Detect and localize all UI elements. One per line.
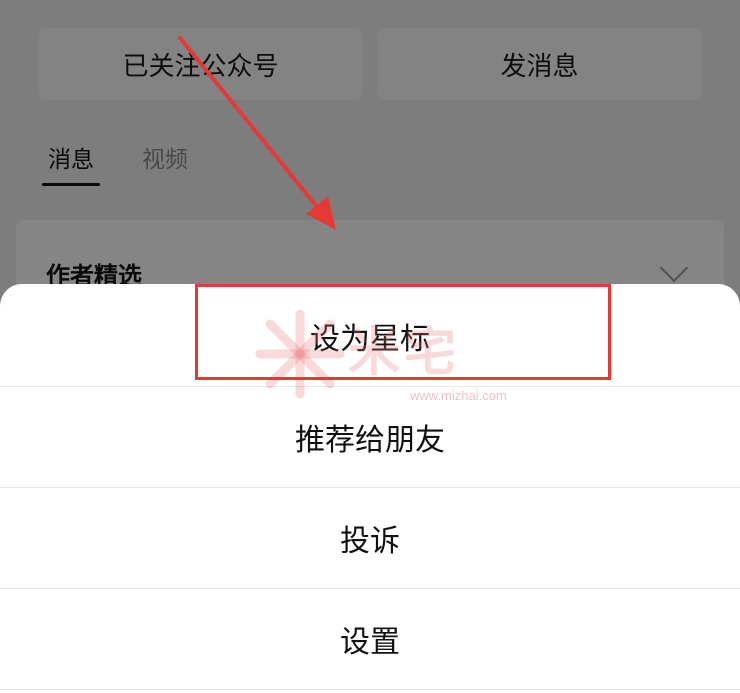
annotation-highlight-box xyxy=(195,284,611,380)
divider xyxy=(0,689,740,690)
settings-button[interactable]: 设置 xyxy=(0,589,740,689)
recommend-to-friend-button[interactable]: 推荐给朋友 xyxy=(0,387,740,487)
complaint-button[interactable]: 投诉 xyxy=(0,488,740,588)
